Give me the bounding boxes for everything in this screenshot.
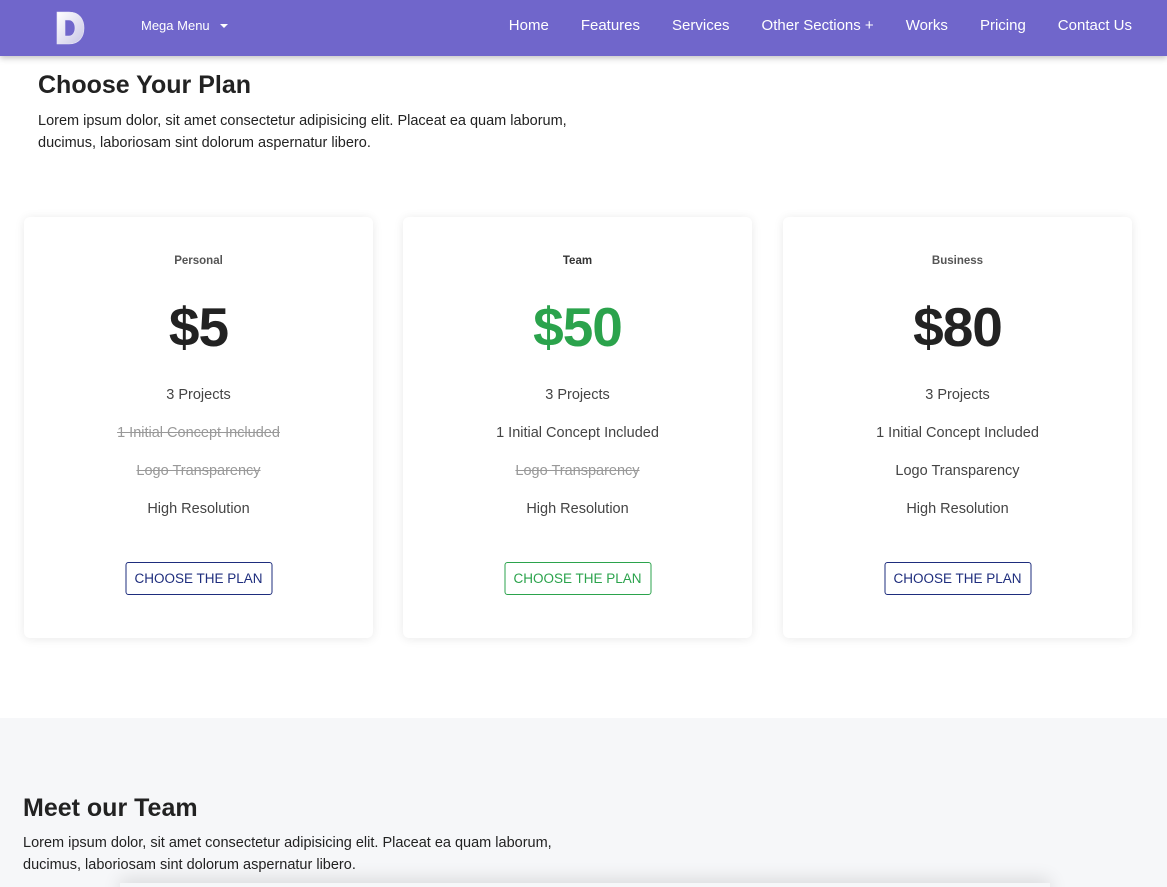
plan-features-list: 3 Projects 1 Initial Concept Included Lo… bbox=[783, 387, 1132, 539]
team-section: Meet our Team Lorem ipsum dolor, sit ame… bbox=[0, 718, 1167, 887]
choose-plan-button-team[interactable]: CHOOSE THE PLAN bbox=[504, 562, 651, 595]
mega-menu-label: Mega Menu bbox=[141, 18, 210, 33]
team-section-title: Meet our Team bbox=[23, 794, 198, 822]
plan-price: $80 bbox=[913, 296, 1003, 358]
plan-feature: Logo Transparency bbox=[895, 463, 1020, 479]
mega-menu-dropdown[interactable]: Mega Menu bbox=[141, 18, 228, 33]
nav-link-pricing[interactable]: Pricing bbox=[980, 17, 1026, 34]
plan-name: Team bbox=[562, 255, 593, 267]
plan-feature-excluded: 1 Initial Concept Included bbox=[117, 425, 280, 441]
nav-link-other-sections[interactable]: Other Sections + bbox=[762, 17, 874, 34]
plan-price: $50 bbox=[533, 296, 623, 358]
plan-feature: 3 Projects bbox=[925, 387, 990, 403]
plan-feature: High Resolution bbox=[906, 501, 1009, 517]
plan-features-list: 3 Projects 1 Initial Concept Included Lo… bbox=[24, 387, 373, 539]
team-section-description: Lorem ipsum dolor, sit amet consectetur … bbox=[23, 835, 552, 873]
plan-card-business: Business $80 3 Projects 1 Initial Concep… bbox=[783, 217, 1132, 638]
plan-feature: 3 Projects bbox=[545, 387, 610, 403]
nav-link-home[interactable]: Home bbox=[509, 17, 549, 34]
plan-features-list: 3 Projects 1 Initial Concept Included Lo… bbox=[403, 387, 752, 539]
plan-feature-excluded: Logo Transparency bbox=[136, 463, 261, 479]
nav-links: Home Features Services Other Sections + … bbox=[477, 17, 1132, 34]
plan-name: Business bbox=[931, 255, 984, 267]
top-navbar: Mega Menu Home Features Services Other S… bbox=[0, 0, 1167, 56]
plan-card-team: Team $50 3 Projects 1 Initial Concept In… bbox=[403, 217, 752, 638]
choose-plan-button-personal[interactable]: CHOOSE THE PLAN bbox=[125, 562, 272, 595]
plans-section-description: Lorem ipsum dolor, sit amet consectetur … bbox=[38, 113, 567, 151]
plan-feature-excluded: Logo Transparency bbox=[515, 463, 640, 479]
plan-feature: High Resolution bbox=[147, 501, 250, 517]
plans-section-title: Choose Your Plan bbox=[38, 71, 252, 99]
plan-feature: 3 Projects bbox=[166, 387, 231, 403]
plan-feature: 1 Initial Concept Included bbox=[496, 425, 659, 441]
nav-link-services[interactable]: Services bbox=[672, 17, 730, 34]
caret-down-icon bbox=[219, 24, 228, 28]
plan-feature: 1 Initial Concept Included bbox=[876, 425, 1039, 441]
plan-feature: High Resolution bbox=[526, 501, 629, 517]
choose-plan-button-business[interactable]: CHOOSE THE PLAN bbox=[884, 562, 1031, 595]
nav-link-works[interactable]: Works bbox=[906, 17, 948, 34]
plan-name: Personal bbox=[174, 255, 223, 267]
team-card-edge bbox=[120, 883, 1050, 887]
nav-link-contact-us[interactable]: Contact Us bbox=[1058, 17, 1132, 34]
plan-card-personal: Personal $5 3 Projects 1 Initial Concept… bbox=[24, 217, 373, 638]
nav-link-features[interactable]: Features bbox=[581, 17, 640, 34]
plan-price: $5 bbox=[168, 296, 229, 358]
brand-logo-icon[interactable] bbox=[54, 10, 86, 46]
